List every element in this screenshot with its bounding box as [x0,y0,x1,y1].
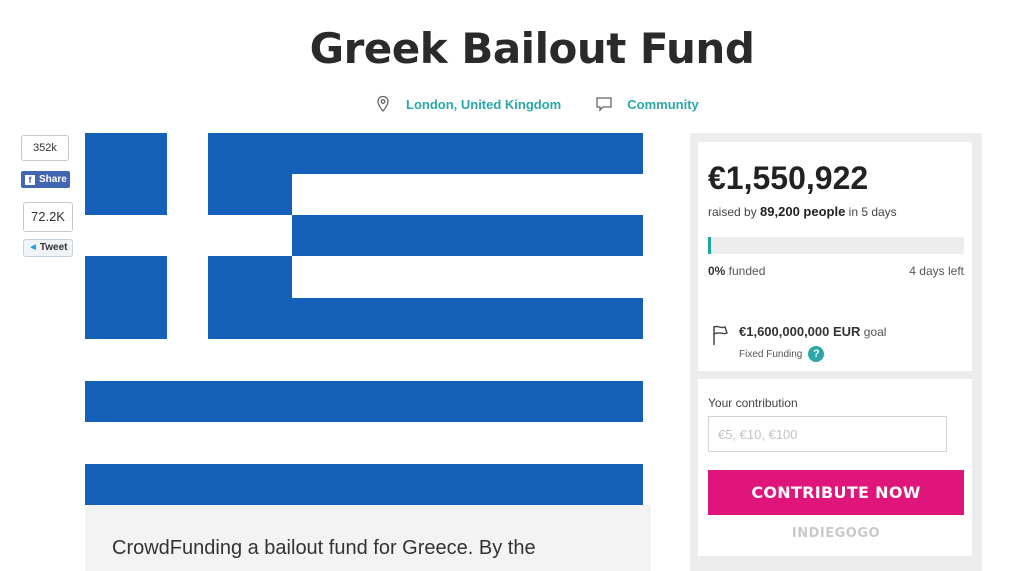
twitter-bird-icon: ◄ [28,242,38,253]
percent-funded: 0% funded [708,264,765,278]
goal-label: goal [860,325,887,339]
goal-amount: €1,600,000,000 EUR [739,324,861,339]
campaign-image-greek-flag [85,133,643,505]
amount-raised: €1,550,922 [708,160,869,196]
progress-fill [708,237,711,254]
question-icon[interactable]: ? [808,346,825,362]
funding-type: Fixed Funding? [739,346,825,362]
campaign-meta: London, United Kingdom Community [374,95,733,113]
description-text: CrowdFunding a bailout fund for Greece. … [112,537,536,559]
location-item[interactable]: London, United Kingdom [374,95,561,113]
contribution-input[interactable] [708,416,947,452]
raised-by-text: raised by 89,200 people in 5 days [708,204,897,219]
raised-duration: in 5 days [845,205,897,219]
funded-label: funded [725,264,766,278]
facebook-share-count: 352k [21,135,69,161]
campaign-title: Greek Bailout Fund [309,24,755,73]
twitter-tweet-button[interactable]: ◄ Tweet [23,239,73,257]
facebook-share-label: Share [39,174,67,185]
funding-goal: €1,600,000,000 EUR goal [739,324,886,339]
contribute-now-button[interactable]: CONTRIBUTE NOW [708,470,964,515]
facebook-icon: f [25,175,35,185]
backer-count: 89,200 people [760,204,846,219]
indiegogo-logo: INDIEGOGO [791,526,881,541]
description-box: CrowdFunding a bailout fund for Greece. … [85,505,651,571]
category-link[interactable]: Community [627,97,699,112]
location-link[interactable]: London, United Kingdom [406,97,561,112]
speech-bubble-icon [596,97,612,112]
funding-progress-bar [708,237,964,254]
map-pin-icon [377,95,389,112]
flag-icon [713,325,728,345]
days-left: 4 days left [909,264,964,278]
funding-type-label: Fixed Funding [739,348,803,360]
raised-prefix: raised by [708,205,761,219]
facebook-share-button[interactable]: f Share [21,171,70,188]
twitter-tweet-count: 72.2K [23,202,73,232]
contribution-label: Your contribution [708,396,798,410]
twitter-tweet-label: Tweet [39,242,68,253]
category-item[interactable]: Community [595,95,699,113]
percent-value: 0% [708,264,726,278]
